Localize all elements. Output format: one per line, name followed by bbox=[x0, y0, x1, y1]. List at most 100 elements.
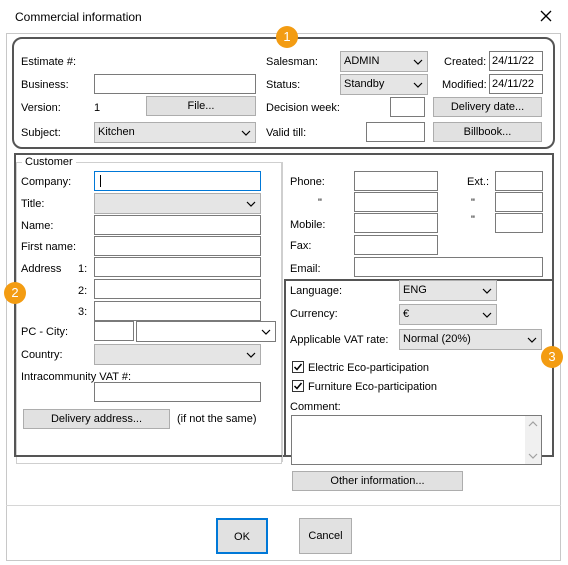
subject-select[interactable]: Kitchen bbox=[94, 122, 256, 143]
electric-eco-checkbox[interactable] bbox=[292, 361, 304, 373]
vat-rate-value: Normal (20%) bbox=[403, 333, 471, 345]
close-icon[interactable] bbox=[539, 9, 553, 23]
valid-till-label: Valid till: bbox=[266, 127, 307, 139]
modified-value: 24/11/22 bbox=[489, 74, 543, 94]
address-line1-label: 1: bbox=[78, 263, 88, 275]
chevron-down-icon bbox=[261, 329, 271, 335]
first-name-label: First name: bbox=[21, 241, 77, 253]
ext3-ditto: " bbox=[471, 214, 475, 226]
estimate-label: Estimate #: bbox=[21, 56, 77, 68]
language-select[interactable]: ENG bbox=[399, 280, 497, 301]
ext3-input[interactable] bbox=[495, 213, 543, 233]
other-information-button[interactable]: Other information... bbox=[292, 471, 463, 491]
country-select[interactable] bbox=[94, 344, 261, 365]
currency-value: € bbox=[403, 308, 410, 320]
delivery-address-button[interactable]: Delivery address... bbox=[23, 409, 170, 429]
language-value: ENG bbox=[403, 284, 427, 296]
modified-label: Modified: bbox=[442, 79, 487, 91]
created-label: Created: bbox=[444, 56, 487, 68]
checkmark-icon bbox=[293, 382, 303, 390]
chevron-down-icon bbox=[413, 59, 423, 65]
address-line3-label: 3: bbox=[78, 306, 88, 318]
furniture-eco-label: Furniture Eco-participation bbox=[308, 381, 438, 393]
delivery-address-note: (if not the same) bbox=[177, 413, 257, 425]
file-button[interactable]: File... bbox=[146, 96, 256, 116]
language-label: Language: bbox=[290, 285, 342, 297]
city-select[interactable] bbox=[136, 321, 276, 342]
currency-select[interactable]: € bbox=[399, 304, 497, 325]
fax-input[interactable] bbox=[354, 235, 438, 255]
electric-eco-label: Electric Eco-participation bbox=[308, 362, 430, 374]
subject-label: Subject: bbox=[21, 127, 61, 139]
email-label: Email: bbox=[290, 263, 321, 275]
mobile-input[interactable] bbox=[354, 213, 438, 233]
ext-label: Ext.: bbox=[467, 176, 490, 188]
version-value: 1 bbox=[94, 102, 101, 114]
vat-rate-select[interactable]: Normal (20%) bbox=[399, 329, 542, 350]
phone2-input[interactable] bbox=[354, 192, 438, 212]
status-value: Standby bbox=[344, 78, 385, 90]
valid-till-input[interactable] bbox=[366, 122, 425, 142]
phone-input[interactable] bbox=[354, 171, 438, 191]
address-line2-input[interactable] bbox=[94, 279, 261, 299]
business-label: Business: bbox=[21, 79, 69, 91]
email-input[interactable] bbox=[354, 257, 543, 277]
billbook-button[interactable]: Billbook... bbox=[433, 122, 542, 142]
scroll-down-icon[interactable] bbox=[525, 451, 541, 461]
scroll-up-icon[interactable] bbox=[525, 419, 541, 429]
comment-scrollbar[interactable] bbox=[525, 416, 541, 464]
salesman-value: ADMIN bbox=[344, 55, 380, 67]
badge-2: 2 bbox=[4, 282, 26, 304]
furniture-eco-checkbox[interactable] bbox=[292, 380, 304, 392]
footer-divider bbox=[6, 505, 561, 506]
name-input[interactable] bbox=[94, 215, 261, 235]
badge-1: 1 bbox=[276, 26, 298, 48]
delivery-date-button[interactable]: Delivery date... bbox=[433, 97, 542, 117]
chevron-down-icon bbox=[413, 82, 423, 88]
chevron-down-icon bbox=[482, 288, 492, 294]
vat-rate-label: Applicable VAT rate: bbox=[290, 334, 389, 346]
first-name-input[interactable] bbox=[94, 236, 261, 256]
chevron-down-icon bbox=[246, 352, 256, 358]
name-label: Name: bbox=[21, 220, 54, 232]
mobile-label: Mobile: bbox=[290, 219, 326, 231]
chevron-down-icon bbox=[246, 201, 256, 207]
salesman-label: Salesman: bbox=[266, 56, 318, 68]
status-select[interactable]: Standby bbox=[340, 74, 428, 95]
salesman-select[interactable]: ADMIN bbox=[340, 51, 428, 72]
checkmark-icon bbox=[293, 363, 303, 371]
cancel-button[interactable]: Cancel bbox=[299, 518, 352, 554]
ext2-ditto: " bbox=[471, 197, 475, 209]
country-label: Country: bbox=[21, 349, 63, 361]
title-select[interactable] bbox=[94, 193, 261, 214]
text-cursor bbox=[100, 175, 101, 187]
phone-label: Phone: bbox=[290, 176, 325, 188]
status-label: Status: bbox=[266, 79, 301, 91]
created-value: 24/11/22 bbox=[489, 51, 543, 71]
comment-textarea[interactable] bbox=[291, 415, 542, 465]
ext-input[interactable] bbox=[495, 171, 543, 191]
ext2-input[interactable] bbox=[495, 192, 543, 212]
subject-value: Kitchen bbox=[98, 126, 135, 138]
company-input[interactable] bbox=[94, 171, 261, 191]
comment-label: Comment: bbox=[290, 401, 341, 413]
pc-city-label: PC - City: bbox=[21, 326, 69, 338]
address-line3-input[interactable] bbox=[94, 301, 261, 321]
address-label: Address bbox=[21, 263, 62, 275]
business-input[interactable] bbox=[94, 74, 256, 94]
badge-3: 3 bbox=[541, 346, 563, 368]
chevron-down-icon bbox=[482, 312, 492, 318]
postcode-input[interactable] bbox=[94, 321, 134, 341]
fax-label: Fax: bbox=[290, 240, 312, 252]
decision-week-input[interactable] bbox=[390, 97, 425, 117]
company-label: Company: bbox=[21, 176, 72, 188]
title-label: Title: bbox=[21, 198, 45, 210]
ok-button[interactable]: OK bbox=[216, 518, 268, 554]
address-line1-input[interactable] bbox=[94, 257, 261, 277]
window-title: Commercial information bbox=[15, 10, 142, 24]
vertical-divider bbox=[282, 162, 283, 462]
vat-number-input[interactable] bbox=[94, 382, 261, 402]
version-label: Version: bbox=[21, 102, 61, 114]
phone2-ditto: " bbox=[318, 197, 322, 209]
decision-week-label: Decision week: bbox=[266, 102, 340, 114]
